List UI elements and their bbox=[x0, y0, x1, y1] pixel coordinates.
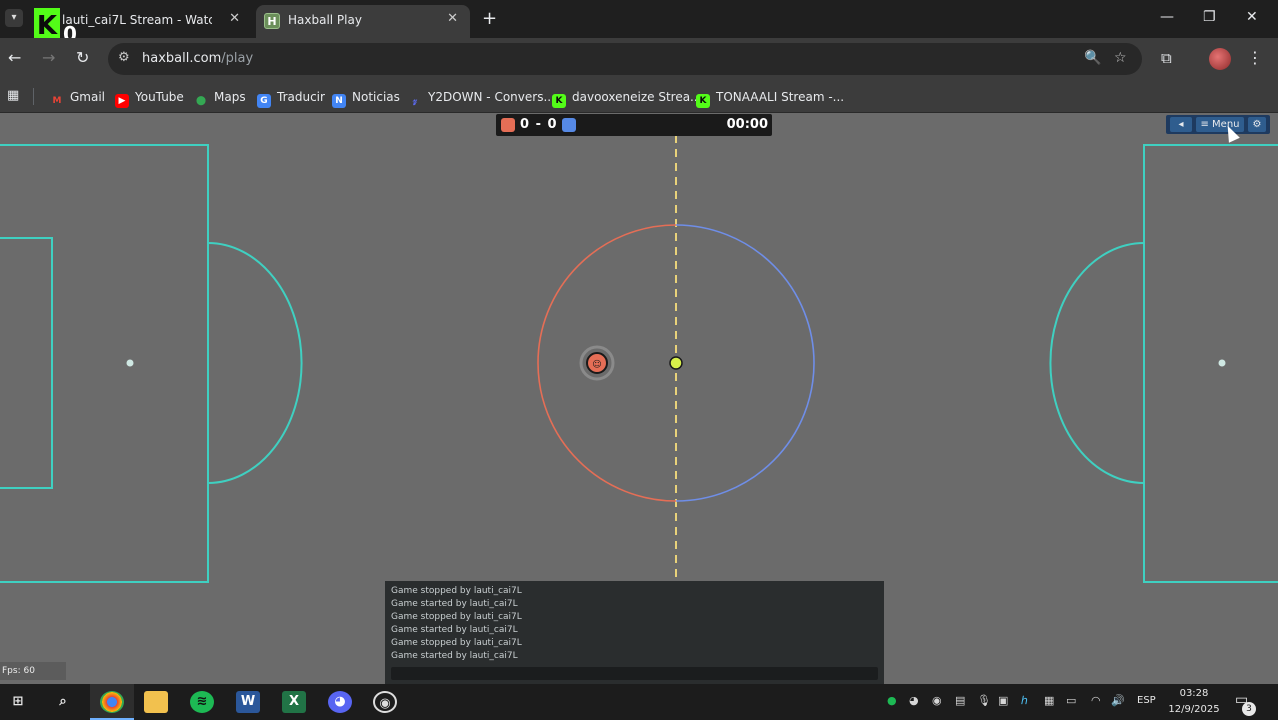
match-timer: 00:00 bbox=[726, 117, 768, 132]
close-window-icon[interactable]: ✕ bbox=[1246, 9, 1258, 25]
tab-haxball[interactable]: H Haxball Play ✕ bbox=[256, 5, 470, 38]
score: 0 - 0 bbox=[520, 117, 558, 132]
wifi-icon[interactable]: ◠ bbox=[1091, 694, 1101, 707]
blue-team-swatch bbox=[562, 118, 576, 132]
chat-message: Game stopped by lauti_cai7L bbox=[391, 612, 522, 622]
chat-message: Game started by lauti_cai7L bbox=[391, 651, 518, 661]
tray-app-icon[interactable]: ▦ bbox=[1044, 694, 1054, 707]
excel-icon[interactable]: X bbox=[282, 691, 306, 713]
bookmark-traducir[interactable]: G Traducir bbox=[257, 86, 325, 108]
bookmark-gmail[interactable]: M Gmail bbox=[50, 86, 106, 108]
back-icon[interactable]: ← bbox=[8, 48, 21, 67]
left-penalty-spot bbox=[126, 359, 134, 367]
site-settings-icon[interactable]: ⚙ bbox=[118, 50, 130, 65]
new-tab-button[interactable]: + bbox=[482, 8, 497, 29]
kick-icon: K bbox=[552, 94, 566, 108]
battery-icon[interactable]: ▭ bbox=[1066, 694, 1076, 707]
tab-title: lauti_cai7L Stream - Watch Live bbox=[62, 13, 212, 27]
red-team-swatch bbox=[501, 118, 515, 132]
gmail-icon: M bbox=[52, 96, 62, 106]
fps-counter: Fps: 60 bbox=[0, 662, 66, 680]
translate-icon: G bbox=[257, 94, 271, 108]
tab-search-button[interactable]: ▾ bbox=[5, 9, 23, 27]
spotify-icon[interactable]: ≋ bbox=[190, 691, 214, 713]
chat-message: Game started by lauti_cai7L bbox=[391, 599, 518, 609]
chrome-icon[interactable] bbox=[100, 691, 124, 713]
windows-start-icon[interactable]: ⊞ bbox=[6, 691, 30, 713]
sound-icon[interactable]: ◂ bbox=[1170, 117, 1192, 132]
ball bbox=[669, 356, 683, 370]
tab-title: Haxball Play bbox=[288, 13, 362, 27]
word-icon[interactable]: W bbox=[236, 691, 260, 713]
obs-tray-icon[interactable]: ◉ bbox=[932, 694, 942, 707]
game-canvas[interactable]: ☺ 0 - 0 00:00 ◂ ≡ Menu ⚙ Game stopped by… bbox=[0, 113, 1278, 684]
bookmark-y2down[interactable]: 𝓏 Y2DOWN - Convers... bbox=[408, 86, 555, 108]
file-explorer-icon[interactable] bbox=[144, 691, 168, 713]
search-icon[interactable]: ⌕ bbox=[51, 691, 75, 713]
more-menu-icon[interactable]: ⋮ bbox=[1247, 48, 1263, 67]
chat-message: Game stopped by lauti_cai7L bbox=[391, 586, 522, 596]
maps-icon: ⬤ bbox=[195, 96, 207, 106]
notification-badge: 3 bbox=[1242, 702, 1256, 716]
bookmark-davooxeneize[interactable]: Kdavooxeneize Strea... bbox=[552, 86, 702, 108]
minimize-icon[interactable]: — bbox=[1160, 9, 1174, 25]
volume-icon[interactable]: 🔊 bbox=[1111, 694, 1125, 707]
language-indicator[interactable]: ESP bbox=[1137, 695, 1156, 706]
game-top-buttons: ◂ ≡ Menu ⚙ bbox=[1166, 115, 1270, 134]
microphone-icon[interactable]: 🎙 bbox=[977, 694, 991, 707]
address-bar[interactable]: ⚙ haxball.com/play 🔍 ☆ bbox=[108, 43, 1142, 75]
hp-icon[interactable]: ℎ bbox=[1021, 694, 1028, 707]
divider bbox=[33, 88, 34, 105]
kick-icon: K bbox=[696, 94, 710, 108]
chat-message: Game started by lauti_cai7L bbox=[391, 625, 518, 635]
discord-tray-icon[interactable]: ◕ bbox=[909, 694, 919, 707]
menu-button[interactable]: ≡ Menu bbox=[1196, 117, 1244, 132]
avatar[interactable] bbox=[1209, 48, 1231, 70]
close-tab-icon[interactable]: ✕ bbox=[447, 11, 458, 26]
bookmark-maps[interactable]: ⬤ Maps bbox=[194, 86, 246, 108]
zoom-search-icon[interactable]: 🔍 bbox=[1084, 50, 1101, 66]
tab-strip: ▾ K lauti_cai7L Stream - Watch Live ✕ K … bbox=[0, 0, 1278, 44]
close-tab-icon[interactable]: ✕ bbox=[229, 11, 240, 26]
discord-icon[interactable]: ◕ bbox=[328, 691, 352, 713]
news-icon: N bbox=[332, 94, 346, 108]
bookmarks-bar: ▦ M Gmail ▶ YouTube ⬤ Maps G Traducir N Notic… bbox=[0, 80, 1278, 113]
bookmark-star-icon[interactable]: ☆ bbox=[1114, 50, 1127, 66]
scoreboard: 0 - 0 00:00 bbox=[496, 114, 772, 136]
chat-box: Game stopped by lauti_cai7L Game started… bbox=[385, 581, 884, 684]
settings-gear-icon[interactable]: ⚙ bbox=[1248, 117, 1266, 132]
tray-app-icon[interactable]: ▤ bbox=[955, 694, 965, 707]
chat-message: Game stopped by lauti_cai7L bbox=[391, 638, 522, 648]
url-text[interactable]: haxball.com/play bbox=[142, 51, 253, 66]
bookmark-youtube[interactable]: ▶ YouTube bbox=[115, 86, 184, 108]
tray-app-icon[interactable]: ▣ bbox=[998, 694, 1008, 707]
forward-icon[interactable]: → bbox=[42, 48, 55, 67]
bookmark-noticias[interactable]: N Noticias bbox=[332, 86, 400, 108]
haxball-icon: H bbox=[264, 13, 280, 29]
windows-taskbar: ⊞ ⌕ ≋ W X ◕ ◉ ● ◕ ◉ ▤ 🎙 ▣ ℎ ▦ ▭ ◠ 🔊 ESP … bbox=[0, 684, 1278, 720]
apps-grid-icon[interactable]: ▦ bbox=[7, 88, 19, 103]
spotify-tray-icon[interactable]: ● bbox=[887, 694, 897, 707]
browser-toolbar: ← → ↻ ⚙ haxball.com/play 🔍 ☆ ⧉ ⋮ bbox=[0, 38, 1278, 80]
bookmark-tonaaali[interactable]: K TONAAALI Stream -... bbox=[696, 86, 844, 108]
chat-input[interactable] bbox=[391, 667, 878, 680]
system-clock[interactable]: 03:28 12/9/2025 bbox=[1162, 686, 1226, 718]
youtube-icon: ▶ bbox=[115, 94, 129, 108]
obs-icon[interactable]: ◉ bbox=[373, 691, 397, 713]
y2down-icon: 𝓏 bbox=[412, 96, 418, 106]
svg-text:☺: ☺ bbox=[592, 359, 601, 370]
restore-icon[interactable]: ❐ bbox=[1203, 9, 1216, 25]
right-penalty-spot bbox=[1218, 359, 1226, 367]
extensions-icon[interactable]: ⧉ bbox=[1161, 49, 1172, 67]
reload-icon[interactable]: ↻ bbox=[76, 48, 89, 67]
